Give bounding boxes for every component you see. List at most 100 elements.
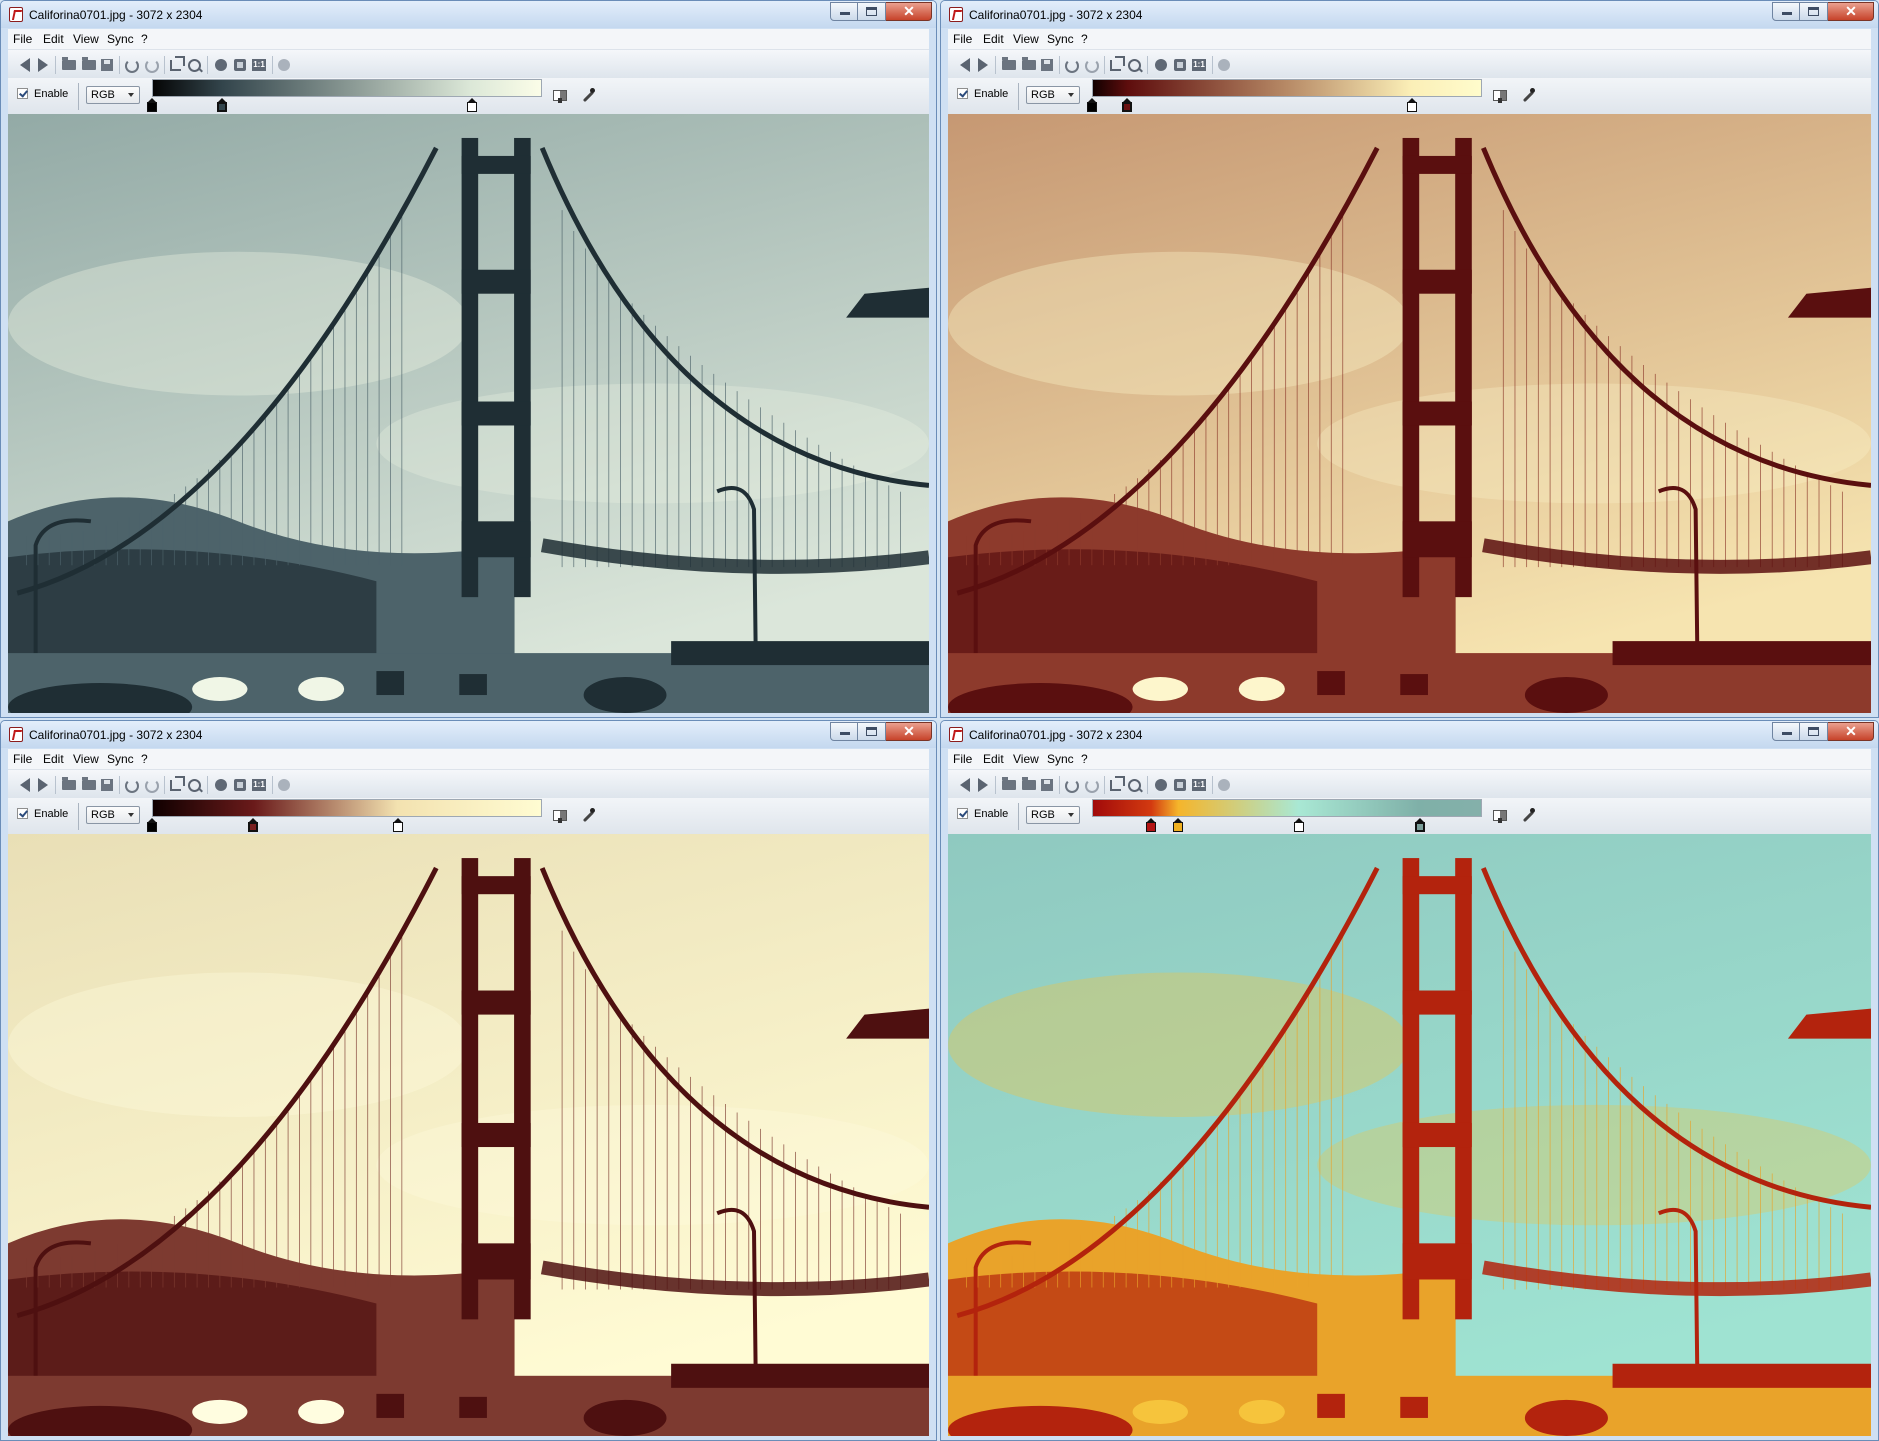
menu-help[interactable]: ?: [1081, 32, 1088, 46]
globe-icon[interactable]: [1218, 59, 1230, 71]
crop-icon[interactable]: [170, 776, 185, 791]
channel-select[interactable]: RGB: [1026, 806, 1080, 824]
menu-edit[interactable]: Edit: [983, 752, 1004, 766]
zoom-selection-icon[interactable]: [188, 59, 201, 72]
maximize-button[interactable]: [858, 2, 886, 21]
menu-help[interactable]: ?: [141, 32, 148, 46]
image-canvas[interactable]: [948, 834, 1871, 1436]
close-button[interactable]: ✕: [1828, 2, 1874, 21]
eyedropper-icon[interactable]: [1520, 808, 1536, 824]
minimize-button[interactable]: [1772, 722, 1800, 741]
back-icon[interactable]: [20, 778, 30, 792]
image-canvas[interactable]: [8, 114, 929, 713]
gradient-stop-handle[interactable]: [392, 818, 403, 832]
image-canvas[interactable]: [948, 114, 1871, 713]
zoom-selection-icon[interactable]: [1128, 779, 1141, 792]
gradient-stop-handle[interactable]: [1087, 98, 1097, 112]
open-folder-icon[interactable]: [62, 57, 76, 70]
menu-sync[interactable]: Sync: [107, 752, 134, 766]
menu-view[interactable]: View: [1013, 32, 1039, 46]
title-bar[interactable]: Califorina0701.jpg - 3072 x 2304 ✕: [941, 721, 1878, 748]
save-icon[interactable]: [1041, 59, 1053, 71]
gradient-stop-handle[interactable]: [1172, 818, 1183, 832]
eyedropper-icon[interactable]: [1520, 88, 1536, 104]
gradient-stop-handle[interactable]: [248, 818, 259, 832]
gradient-preview[interactable]: [1092, 799, 1482, 817]
fullscreen-icon[interactable]: [215, 779, 227, 791]
menu-sync[interactable]: Sync: [1047, 752, 1074, 766]
menu-file[interactable]: File: [953, 752, 972, 766]
close-button[interactable]: ✕: [1828, 722, 1874, 741]
fullscreen-icon[interactable]: [1155, 779, 1167, 791]
enable-checkbox[interactable]: [957, 808, 968, 819]
forward-icon[interactable]: [38, 58, 48, 72]
forward-icon[interactable]: [978, 58, 988, 72]
globe-icon[interactable]: [278, 779, 290, 791]
back-icon[interactable]: [20, 58, 30, 72]
menu-help[interactable]: ?: [1081, 752, 1088, 766]
gradient-preview[interactable]: [152, 799, 542, 817]
channel-select[interactable]: RGB: [1026, 86, 1080, 104]
forward-icon[interactable]: [978, 778, 988, 792]
actual-size-icon[interactable]: 1:1: [252, 59, 266, 71]
gradient-stop-handle[interactable]: [1414, 818, 1425, 832]
gradient-stop-handle[interactable]: [1122, 98, 1133, 112]
save-icon[interactable]: [1041, 779, 1053, 791]
gradient-editor-icon[interactable]: [553, 88, 569, 104]
channel-select[interactable]: RGB: [86, 806, 140, 824]
open-folder-icon[interactable]: [62, 777, 76, 790]
fit-window-icon[interactable]: [234, 779, 246, 791]
open-folder-icon[interactable]: [1002, 57, 1016, 70]
menu-help[interactable]: ?: [141, 752, 148, 766]
rotate-left-icon[interactable]: [125, 59, 139, 73]
browse-folder-icon[interactable]: [1022, 777, 1036, 790]
fit-window-icon[interactable]: [234, 59, 246, 71]
rotate-left-icon[interactable]: [1065, 779, 1079, 793]
menu-sync[interactable]: Sync: [1047, 32, 1074, 46]
eyedropper-icon[interactable]: [580, 88, 596, 104]
image-canvas[interactable]: [8, 834, 929, 1436]
rotate-left-icon[interactable]: [1065, 59, 1079, 73]
fit-window-icon[interactable]: [1174, 59, 1186, 71]
menu-sync[interactable]: Sync: [107, 32, 134, 46]
gradient-editor-icon[interactable]: [553, 808, 569, 824]
back-icon[interactable]: [960, 778, 970, 792]
gradient-stop-handle[interactable]: [1406, 98, 1417, 112]
zoom-selection-icon[interactable]: [188, 779, 201, 792]
menu-edit[interactable]: Edit: [983, 32, 1004, 46]
maximize-button[interactable]: [1800, 2, 1828, 21]
gradient-editor-icon[interactable]: [1493, 808, 1509, 824]
actual-size-icon[interactable]: 1:1: [252, 779, 266, 791]
close-button[interactable]: ✕: [886, 722, 932, 741]
browse-folder-icon[interactable]: [1022, 57, 1036, 70]
gradient-preview[interactable]: [1092, 79, 1482, 97]
fullscreen-icon[interactable]: [215, 59, 227, 71]
fit-window-icon[interactable]: [1174, 779, 1186, 791]
gradient-stop-handle[interactable]: [1145, 818, 1156, 832]
minimize-button[interactable]: [830, 2, 858, 21]
maximize-button[interactable]: [1800, 722, 1828, 741]
crop-icon[interactable]: [1110, 776, 1125, 791]
rotate-right-icon[interactable]: [1085, 779, 1099, 793]
rotate-right-icon[interactable]: [145, 779, 159, 793]
gradient-stop-handle[interactable]: [217, 98, 228, 112]
close-button[interactable]: ✕: [886, 2, 932, 21]
menu-edit[interactable]: Edit: [43, 32, 64, 46]
back-icon[interactable]: [960, 58, 970, 72]
rotate-right-icon[interactable]: [145, 59, 159, 73]
globe-icon[interactable]: [278, 59, 290, 71]
channel-select[interactable]: RGB: [86, 86, 140, 104]
gradient-stop-handle[interactable]: [1293, 818, 1304, 832]
browse-folder-icon[interactable]: [82, 57, 96, 70]
actual-size-icon[interactable]: 1:1: [1192, 779, 1206, 791]
browse-folder-icon[interactable]: [82, 777, 96, 790]
forward-icon[interactable]: [38, 778, 48, 792]
crop-icon[interactable]: [1110, 56, 1125, 71]
menu-view[interactable]: View: [73, 752, 99, 766]
enable-checkbox[interactable]: [17, 808, 28, 819]
title-bar[interactable]: Califorina0701.jpg - 3072 x 2304 ✕: [941, 1, 1878, 28]
rotate-right-icon[interactable]: [1085, 59, 1099, 73]
menu-edit[interactable]: Edit: [43, 752, 64, 766]
title-bar[interactable]: Califorina0701.jpg - 3072 x 2304 ✕: [1, 1, 936, 28]
save-icon[interactable]: [101, 779, 113, 791]
